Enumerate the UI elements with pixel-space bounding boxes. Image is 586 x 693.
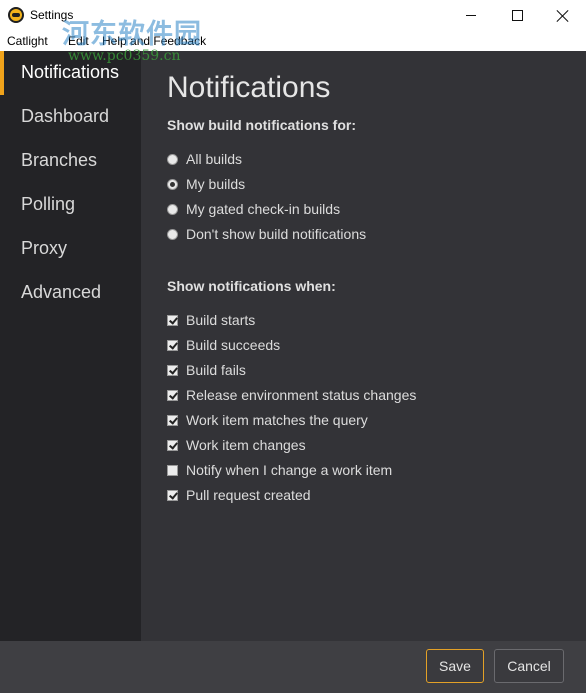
catlight-app-icon [8,7,24,23]
checkbox[interactable] [167,489,178,501]
sidebar-item-label: Advanced [21,282,102,302]
checkbox-label: Notify when I change a work item [186,462,393,478]
checkbox[interactable] [167,439,178,451]
sidebar-item-notifications[interactable]: Notifications [0,51,141,95]
show-notifications-when-label: Show notifications when: [167,278,336,294]
radio-label: Don't show build notifications [186,226,367,242]
checkbox[interactable] [167,364,178,376]
checkbox-label: Build fails [186,362,246,378]
radio-my-gated-check-in-builds[interactable]: My gated check-in builds [167,199,340,219]
checkbox-build-starts[interactable]: Build starts [167,310,255,330]
checkbox-release-environment-status-changes[interactable]: Release environment status changes [167,385,416,405]
notifications-panel: Notifications Show build notifications f… [141,51,586,641]
checkbox-label: Release environment status changes [186,387,417,403]
minimize-button[interactable] [448,0,494,31]
checkbox[interactable] [167,314,178,326]
checkbox-label: Pull request created [186,487,311,503]
maximize-icon [511,10,523,21]
radio-label: My builds [186,176,246,192]
radio-all-builds[interactable]: All builds [167,149,242,169]
close-icon [557,10,569,22]
checkbox-build-fails[interactable]: Build fails [167,360,246,380]
sidebar-item-proxy[interactable]: Proxy [0,227,141,271]
checkbox-label: Work item matches the query [186,412,368,428]
checkbox-label: Work item changes [186,437,306,453]
title-bar: Settings [0,0,586,31]
sidebar-item-label: Proxy [21,238,68,258]
checkbox[interactable] [167,339,178,351]
checkbox-work-item-matches-query[interactable]: Work item matches the query [167,410,368,430]
radio-label: My gated check-in builds [186,201,341,217]
dialog-footer: Save Cancel [0,641,586,693]
radio-dont-show-build-notifications[interactable]: Don't show build notifications [167,224,366,244]
sidebar-item-label: Dashboard [21,106,110,126]
checkbox[interactable] [167,464,178,476]
checkbox-pull-request-created[interactable]: Pull request created [167,485,311,505]
radio-button[interactable] [167,153,178,165]
radio-button[interactable] [167,203,178,215]
close-button[interactable] [540,0,586,31]
checkbox-notify-when-i-change-work-item[interactable]: Notify when I change a work item [167,460,392,480]
settings-sidebar: Notifications Dashboard Branches Polling… [0,51,141,641]
menu-edit[interactable]: Edit [68,34,89,48]
sidebar-item-advanced[interactable]: Advanced [0,271,141,315]
radio-label: All builds [186,151,243,167]
build-notifications-label: Show build notifications for: [167,117,356,133]
window-title: Settings [30,8,74,22]
save-button[interactable]: Save [426,649,484,683]
checkbox[interactable] [167,389,178,401]
menu-catlight[interactable]: Catlight [7,34,48,48]
sidebar-item-label: Branches [21,150,98,170]
menu-bar: Catlight Edit Help and Feedback [0,31,586,51]
sidebar-item-polling[interactable]: Polling [0,183,141,227]
radio-my-builds[interactable]: My builds [167,174,245,194]
sidebar-item-label: Notifications [21,62,120,82]
checkbox-label: Build succeeds [186,337,281,353]
radio-button[interactable] [167,178,178,190]
checkbox-label: Build starts [186,312,256,328]
checkbox[interactable] [167,414,178,426]
menu-help-and-feedback[interactable]: Help and Feedback [102,34,206,48]
active-indicator [0,51,4,95]
sidebar-item-dashboard[interactable]: Dashboard [0,95,141,139]
checkbox-build-succeeds[interactable]: Build succeeds [167,335,280,355]
sidebar-item-label: Polling [21,194,76,214]
maximize-button[interactable] [494,0,540,31]
sidebar-item-branches[interactable]: Branches [0,139,141,183]
cancel-button[interactable]: Cancel [494,649,564,683]
page-title: Notifications [167,71,331,104]
checkbox-work-item-changes[interactable]: Work item changes [167,435,306,455]
radio-button[interactable] [167,228,178,240]
minimize-icon [466,15,476,16]
